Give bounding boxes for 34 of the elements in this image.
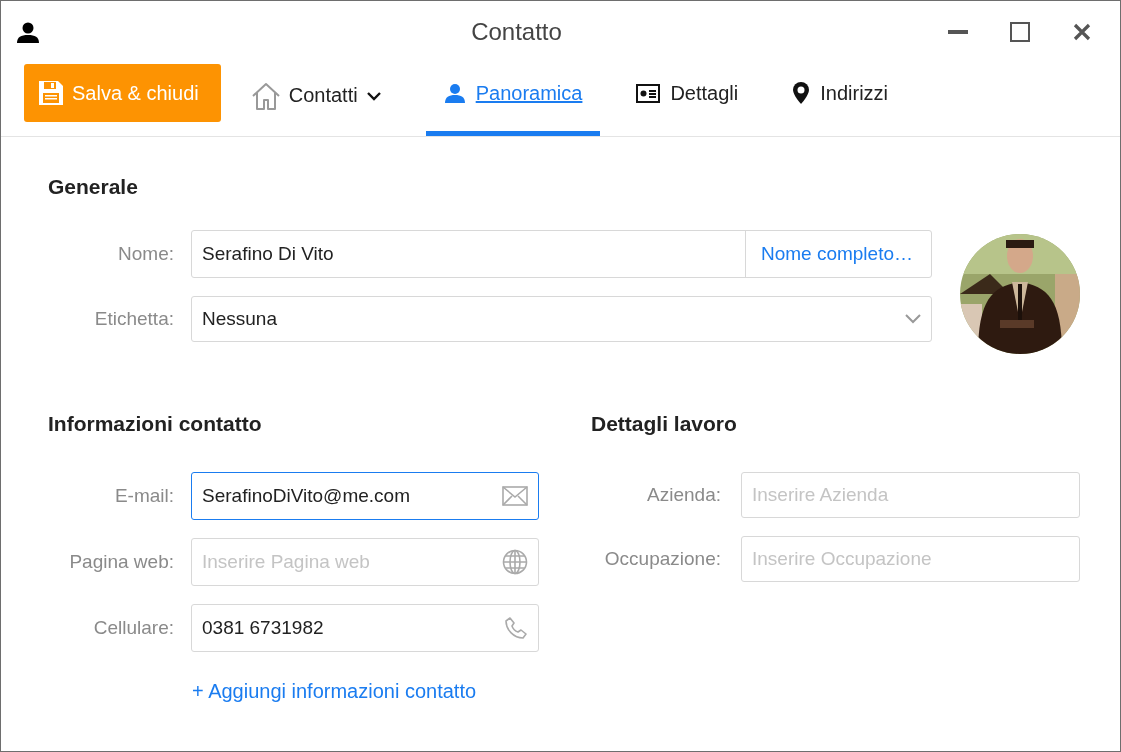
minimize-icon [948, 30, 968, 34]
tab[interactable]: Indirizzi [774, 63, 906, 136]
chevron-down-icon [905, 314, 921, 324]
field-label: Cellulare: [92, 617, 175, 639]
chevron-down-icon [365, 90, 382, 101]
house-icon [250, 80, 281, 111]
maximize-icon [1010, 22, 1030, 42]
window-title: Contatto [470, 18, 563, 46]
person-icon [443, 82, 466, 104]
section-heading: Informazioni contatto [48, 412, 263, 436]
field-label: Occupazione: [603, 548, 722, 570]
input-field[interactable]: SerafinoDiVito@me.com [191, 472, 539, 520]
contacts-menu[interactable]: Contatti [240, 63, 392, 136]
phone-icon [504, 616, 528, 640]
section-heading: Dettagli lavoro [591, 412, 738, 436]
tab[interactable]: Dettagli [618, 63, 757, 136]
globe-icon [502, 549, 528, 575]
id-card-icon [636, 83, 661, 103]
field-label: Pagina web: [68, 551, 175, 573]
field-label: Nome: [117, 243, 175, 265]
envelope-icon [502, 486, 528, 506]
input-field[interactable]: 0381 6731982 [191, 604, 539, 652]
add-contact-info-link[interactable]: + Aggiungi informazioni contatto [192, 680, 477, 703]
name-field[interactable]: Serafino Di Vito Nome completo… [191, 230, 932, 278]
field-label: Azienda: [646, 484, 722, 506]
label-dropdown[interactable]: Nessuna [191, 296, 932, 342]
location-pin-icon [792, 81, 811, 105]
field-label: E-mail: [113, 485, 175, 507]
tab[interactable]: Panoramica [425, 63, 601, 136]
full-name-button[interactable]: Nome completo… [744, 231, 931, 277]
person-icon [17, 21, 39, 43]
field-label: Etichetta: [93, 308, 175, 330]
close-icon [1073, 23, 1091, 41]
section-heading: Generale [48, 175, 139, 199]
